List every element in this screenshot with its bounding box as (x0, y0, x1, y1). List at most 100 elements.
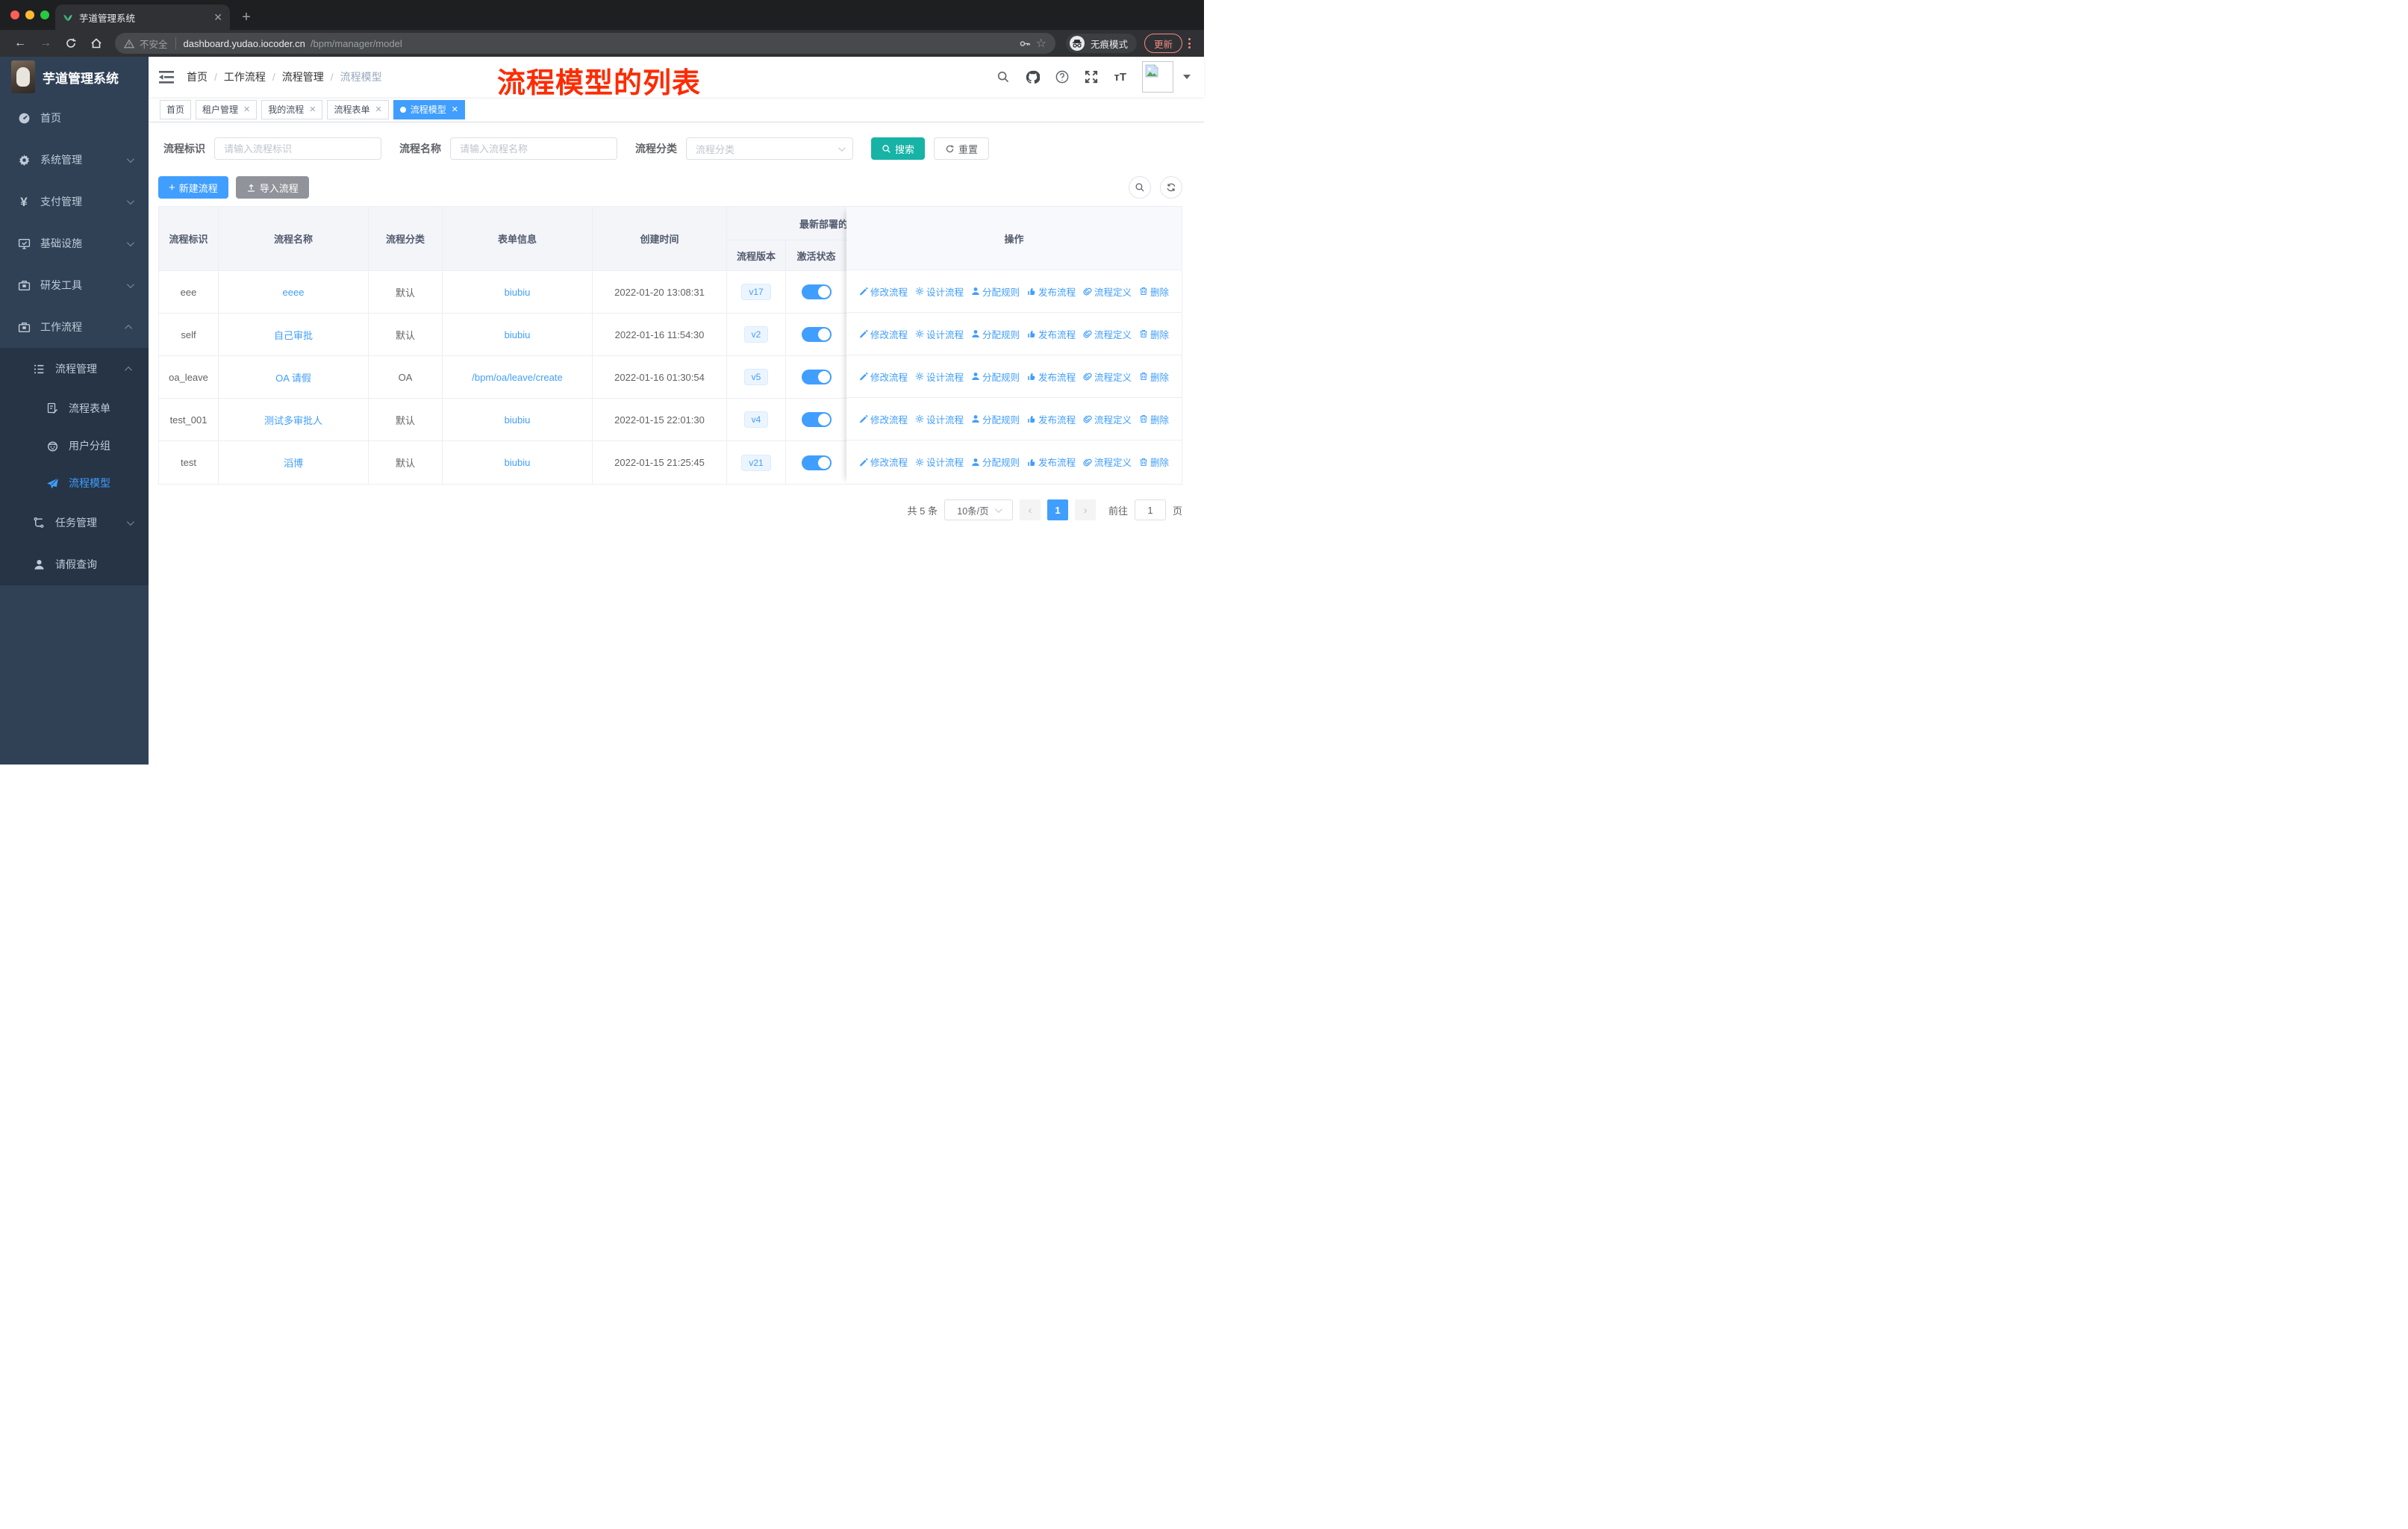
modify-process-action[interactable]: 修改流程 (859, 412, 908, 426)
tag-my-process[interactable]: 我的流程 ✕ (261, 99, 323, 119)
toggle-search-button[interactable] (1129, 176, 1151, 199)
active-toggle[interactable] (801, 327, 832, 342)
modify-process-action[interactable]: 修改流程 (859, 284, 908, 299)
form-info-link[interactable]: biubiu (505, 287, 531, 298)
breadcrumb-workflow[interactable]: 工作流程 (224, 69, 266, 84)
update-button[interactable]: 更新 (1144, 34, 1182, 53)
tag-home[interactable]: 首页 (160, 99, 192, 119)
fullscreen-icon[interactable] (1085, 70, 1098, 84)
security-label[interactable]: 不安全 (140, 37, 168, 51)
design-process-action[interactable]: 设计流程 (915, 370, 964, 384)
form-info-link[interactable]: biubiu (505, 414, 531, 426)
process-definition-action[interactable]: 流程定义 (1083, 412, 1132, 426)
sidebar-item-user-group[interactable]: 用户分组 (0, 427, 149, 464)
assign-rule-action[interactable]: 分配规则 (971, 455, 1020, 469)
sidebar-item-infra[interactable]: 基础设施 (0, 222, 149, 264)
tag-close-icon[interactable]: ✕ (309, 105, 316, 114)
goto-page-input[interactable] (1134, 499, 1166, 520)
assign-rule-action[interactable]: 分配规则 (971, 327, 1020, 341)
form-info-link[interactable]: biubiu (505, 329, 531, 340)
sidebar-item-payment[interactable]: ¥ 支付管理 (0, 181, 149, 222)
active-toggle[interactable] (801, 412, 832, 427)
sidebar-item-devtools[interactable]: 研发工具 (0, 264, 149, 306)
delete-action[interactable]: 删除 (1139, 327, 1169, 341)
assign-rule-action[interactable]: 分配规则 (971, 412, 1020, 426)
modify-process-action[interactable]: 修改流程 (859, 370, 908, 384)
tag-close-icon[interactable]: ✕ (243, 105, 250, 114)
breadcrumb-process-mgmt[interactable]: 流程管理 (282, 69, 324, 84)
delete-action[interactable]: 删除 (1139, 455, 1169, 469)
process-definition-action[interactable]: 流程定义 (1083, 327, 1132, 341)
active-toggle[interactable] (801, 284, 832, 299)
form-info-link[interactable]: /bpm/oa/leave/create (472, 372, 562, 383)
avatar-dropdown-caret[interactable] (1183, 75, 1191, 79)
close-window-button[interactable] (10, 10, 19, 19)
process-definition-action[interactable]: 流程定义 (1083, 370, 1132, 384)
zoom-window-button[interactable] (40, 10, 49, 19)
sidebar-item-process-form[interactable]: 流程表单 (0, 390, 149, 427)
tag-tenant[interactable]: 租户管理 ✕ (196, 99, 258, 119)
forward-button[interactable]: → (40, 37, 52, 50)
modify-process-action[interactable]: 修改流程 (859, 455, 908, 469)
deploy-process-action[interactable]: 发布流程 (1027, 284, 1076, 299)
form-info-link[interactable]: biubiu (505, 457, 531, 468)
next-page-button[interactable]: › (1074, 499, 1096, 520)
deploy-process-action[interactable]: 发布流程 (1027, 455, 1076, 469)
search-icon[interactable] (996, 70, 1010, 84)
sidebar-item-home[interactable]: 首页 (0, 97, 149, 139)
create-process-button[interactable]: + 新建流程 (158, 176, 228, 199)
search-button[interactable]: 搜索 (871, 137, 926, 160)
design-process-action[interactable]: 设计流程 (915, 327, 964, 341)
design-process-action[interactable]: 设计流程 (915, 455, 964, 469)
breadcrumb-home[interactable]: 首页 (187, 69, 208, 84)
tab-close-icon[interactable]: ✕ (213, 11, 222, 24)
reload-button[interactable] (65, 37, 77, 49)
process-name-link[interactable]: OA 请假 (275, 370, 311, 384)
sidebar-item-workflow[interactable]: 工作流程 (0, 306, 149, 348)
menu-dots-button[interactable] (1188, 38, 1191, 49)
sidebar-item-process-model[interactable]: 流程模型 (0, 464, 149, 502)
minimize-window-button[interactable] (25, 10, 34, 19)
active-toggle[interactable] (801, 455, 832, 470)
process-category-select[interactable]: 流程分类 (686, 137, 853, 160)
refresh-button[interactable] (1160, 176, 1182, 199)
deploy-process-action[interactable]: 发布流程 (1027, 370, 1076, 384)
font-size-icon[interactable]: тT (1114, 71, 1126, 84)
delete-action[interactable]: 删除 (1139, 370, 1169, 384)
active-toggle[interactable] (801, 370, 832, 384)
design-process-action[interactable]: 设计流程 (915, 412, 964, 426)
design-process-action[interactable]: 设计流程 (915, 284, 964, 299)
sidebar-item-task-mgmt[interactable]: 任务管理 (0, 502, 149, 544)
import-process-button[interactable]: 导入流程 (235, 176, 309, 199)
process-key-input[interactable] (214, 137, 381, 160)
sidebar-collapse-button[interactable] (159, 70, 174, 84)
avatar[interactable] (1142, 61, 1173, 93)
tag-close-icon[interactable]: ✕ (375, 105, 382, 114)
sidebar-item-system[interactable]: 系统管理 (0, 139, 149, 181)
reset-button[interactable]: 重置 (934, 137, 990, 160)
sidebar-logo[interactable]: 芋道管理系统 (0, 57, 149, 97)
deploy-process-action[interactable]: 发布流程 (1027, 327, 1076, 341)
star-icon[interactable]: ☆ (1036, 36, 1047, 51)
process-name-input[interactable] (450, 137, 617, 160)
tag-close-icon[interactable]: ✕ (452, 105, 458, 114)
process-name-link[interactable]: 测试多审批人 (264, 413, 322, 427)
browser-tab[interactable]: 芋道管理系统 ✕ (55, 4, 230, 30)
process-definition-action[interactable]: 流程定义 (1083, 455, 1132, 469)
help-icon[interactable] (1055, 70, 1069, 84)
process-definition-action[interactable]: 流程定义 (1083, 284, 1132, 299)
delete-action[interactable]: 删除 (1139, 284, 1169, 299)
process-name-link[interactable]: eeee (283, 287, 305, 298)
tag-process-form[interactable]: 流程表单 ✕ (327, 99, 389, 119)
process-name-link[interactable]: 滔博 (284, 455, 303, 470)
deploy-process-action[interactable]: 发布流程 (1027, 412, 1076, 426)
prev-page-button[interactable]: ‹ (1019, 499, 1041, 520)
tag-process-model[interactable]: 流程模型 ✕ (393, 99, 465, 119)
key-icon[interactable] (1018, 37, 1031, 50)
sidebar-item-leave-query[interactable]: 请假查询 (0, 544, 149, 585)
modify-process-action[interactable]: 修改流程 (859, 327, 908, 341)
assign-rule-action[interactable]: 分配规则 (971, 284, 1020, 299)
new-tab-button[interactable]: + (236, 7, 257, 28)
address-bar[interactable]: 不安全 dashboard.yudao.iocoder.cn/bpm/manag… (115, 33, 1055, 54)
back-button[interactable]: ← (14, 37, 26, 50)
